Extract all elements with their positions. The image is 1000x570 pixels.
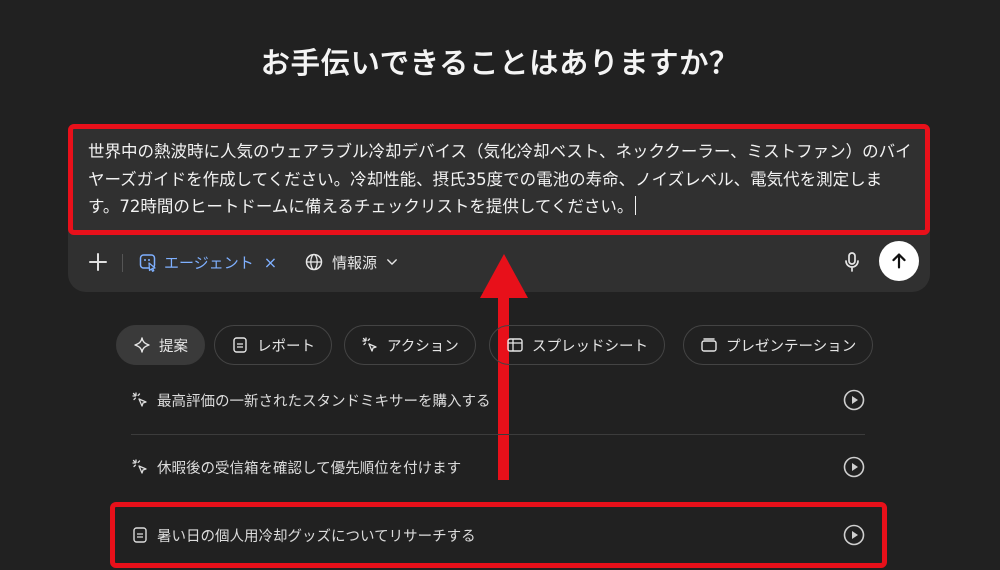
chevron-down-icon: [387, 259, 397, 265]
add-button[interactable]: [86, 250, 110, 274]
table-icon: [507, 338, 523, 352]
suggestion-label: 最高評価の一新されたスタンドミキサーを購入する: [157, 393, 491, 410]
suggestion-divider: [131, 434, 865, 435]
sources-label: 情報源: [332, 253, 378, 272]
play-icon[interactable]: [843, 389, 865, 411]
chip-label: レポート: [257, 338, 315, 355]
chip-label: 提案: [159, 338, 188, 355]
microphone-button[interactable]: [840, 250, 864, 274]
cursor-click-icon: [362, 337, 377, 352]
sparkle-icon: [134, 337, 150, 353]
agent-icon: [139, 254, 156, 272]
toolbar-divider: [122, 254, 123, 272]
suggestion-item[interactable]: 休暇後の受信箱を確認して優先順位を付けます: [131, 447, 865, 487]
cursor-click-icon: [132, 459, 147, 474]
annotation-highlight-suggestion: [110, 502, 887, 568]
slides-icon: [701, 338, 717, 352]
sources-dropdown[interactable]: 情報源: [304, 248, 399, 276]
chip-label: プレゼンテーション: [726, 338, 857, 355]
cursor-click-icon: [132, 392, 147, 407]
chip-presentation[interactable]: プレゼンテーション: [683, 325, 874, 365]
agent-remove-button[interactable]: ×: [264, 253, 277, 272]
annotation-arrow-head: [480, 254, 528, 298]
agent-mode-pill[interactable]: エージェント ×: [138, 248, 277, 276]
suggestion-label: 休暇後の受信箱を確認して優先順位を付けます: [157, 460, 462, 477]
document-icon: [233, 337, 247, 353]
agent-label: エージェント: [164, 253, 254, 272]
chip-action[interactable]: アクション: [344, 325, 476, 365]
annotation-highlight-prompt: [68, 124, 930, 235]
send-button[interactable]: [879, 241, 919, 281]
plus-icon: [89, 253, 107, 271]
chip-suggestions[interactable]: 提案: [116, 325, 205, 365]
microphone-icon: [845, 252, 859, 272]
chip-label: アクション: [387, 338, 459, 355]
play-icon[interactable]: [843, 456, 865, 478]
chip-label: スプレッドシート: [532, 338, 648, 355]
chip-report[interactable]: レポート: [214, 325, 332, 365]
page-title: お手伝いできることはありますか？: [260, 46, 740, 80]
chip-spreadsheet[interactable]: スプレッドシート: [489, 325, 665, 365]
suggestion-item[interactable]: 最高評価の一新されたスタンドミキサーを購入する: [131, 380, 865, 420]
globe-icon: [305, 253, 323, 271]
arrow-up-icon: [892, 253, 906, 269]
